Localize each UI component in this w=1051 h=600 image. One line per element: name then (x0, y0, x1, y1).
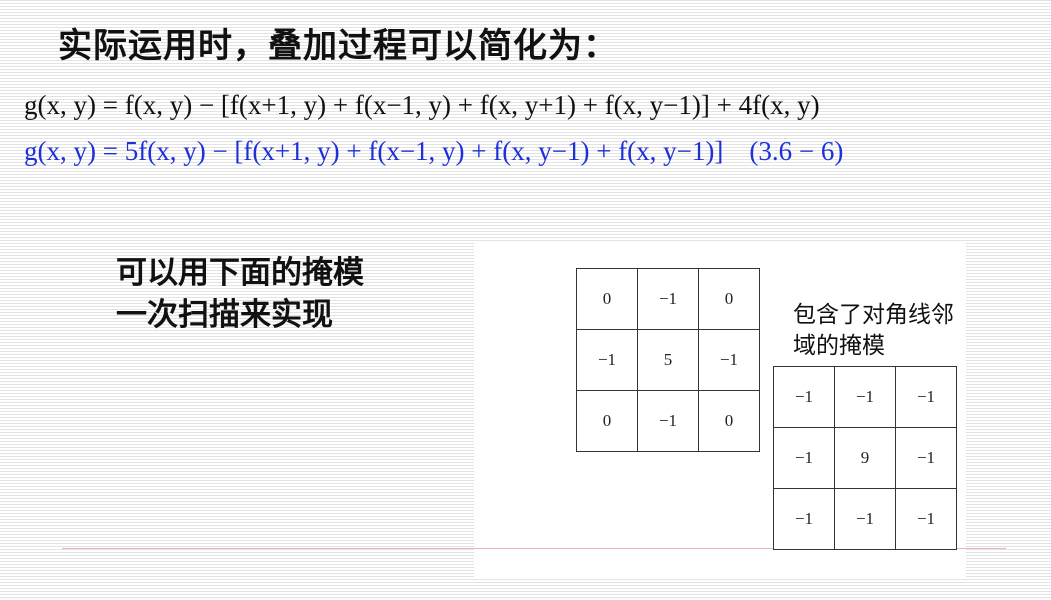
formula-simplified: g(x, y) = 5f(x, y) − [f(x+1, y) + f(x−1,… (24, 136, 843, 167)
mask-description: 可以用下面的掩模 一次扫描来实现 (116, 252, 364, 336)
mask-8-neighbor: −1 −1 −1 −1 9 −1 −1 −1 −1 (773, 366, 957, 550)
mask-cell: −1 (637, 390, 699, 452)
equation-number: (3.6 − 6) (749, 136, 844, 166)
mask-cell: −1 (834, 488, 896, 550)
mask-cell: 0 (698, 390, 760, 452)
formula-body: f(x, y) − [f(x+1, y) + f(x−1, y) + f(x, … (124, 90, 820, 120)
mask-row: −1 −1 −1 (773, 488, 957, 550)
mask-cell: 5 (637, 329, 699, 391)
mask-cell: −1 (773, 427, 835, 489)
mask-cell: −1 (773, 366, 835, 428)
mask-row: −1 −1 −1 (773, 366, 957, 428)
mask-cell: −1 (576, 329, 638, 391)
mask-cell: 0 (576, 390, 638, 452)
mask-row: 0 −1 0 (576, 390, 760, 452)
formula-4-neighbor: g(x, y) = f(x, y) − [f(x+1, y) + f(x−1, … (24, 90, 820, 121)
formula-body: 5f(x, y) − [f(x+1, y) + f(x−1, y) + f(x,… (124, 136, 724, 166)
mask-row: 0 −1 0 (576, 268, 760, 330)
slide-title: 实际运用时，叠加过程可以简化为： (58, 26, 618, 66)
mask-description-line-2: 一次扫描来实现 (116, 297, 333, 333)
mask-row: −1 5 −1 (576, 329, 760, 391)
mask-cell: 9 (834, 427, 896, 489)
mask-cell: −1 (895, 427, 957, 489)
mask-cell: −1 (698, 329, 760, 391)
mask-description-line-1: 可以用下面的掩模 (116, 255, 364, 291)
formula-lhs: g(x, y) = (24, 136, 125, 166)
mask-4-neighbor: 0 −1 0 −1 5 −1 0 −1 0 (576, 268, 760, 452)
mask-cell: −1 (773, 488, 835, 550)
formula-lhs: g(x, y) = (24, 90, 125, 120)
mask-cell: −1 (895, 366, 957, 428)
mask-cell: −1 (895, 488, 957, 550)
diagonal-mask-label-line-2: 域的掩模 (793, 333, 885, 359)
mask-cell: −1 (834, 366, 896, 428)
diagonal-mask-label-line-1: 包含了对角线邻 (793, 302, 954, 328)
mask-cell: 0 (576, 268, 638, 330)
mask-row: −1 9 −1 (773, 427, 957, 489)
diagonal-mask-label: 包含了对角线邻 域的掩模 (793, 300, 954, 362)
mask-cell: 0 (698, 268, 760, 330)
mask-cell: −1 (637, 268, 699, 330)
